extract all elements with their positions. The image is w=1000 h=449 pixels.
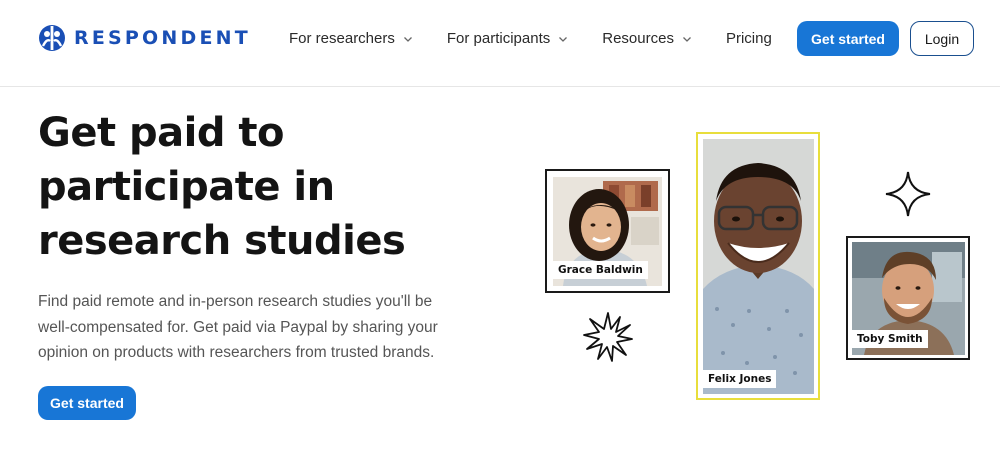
chevron-down-icon	[403, 36, 412, 42]
hero-title-line: Get paid to	[38, 110, 285, 156]
participant-card-felix: Felix Jones	[696, 132, 820, 400]
chevron-down-icon	[682, 36, 691, 42]
brand-name: RESPONDENT	[74, 27, 251, 49]
hero-description: Find paid remote and in-person research …	[38, 293, 438, 361]
hero-title: Get paid to participate in research stud…	[38, 106, 498, 268]
nav-label: Resources	[602, 30, 674, 47]
participant-name-tag: Grace Baldwin	[553, 261, 648, 279]
site-header: RESPONDENT For researchers For participa…	[0, 0, 1000, 87]
participant-photo	[703, 139, 814, 394]
nav-label: For researchers	[289, 30, 395, 47]
participant-name-tag: Felix Jones	[703, 370, 777, 388]
hero-get-started-button[interactable]: Get started	[38, 386, 136, 420]
main-nav: For researchers For participants Resourc…	[289, 30, 772, 47]
nav-label: Pricing	[725, 30, 772, 47]
respondent-logo-icon	[39, 25, 65, 51]
nav-for-participants[interactable]: For participants	[447, 30, 568, 47]
nav-for-researchers[interactable]: For researchers	[289, 30, 413, 47]
nav-resources[interactable]: Resources	[602, 30, 692, 47]
hero-title-line: research studies	[38, 218, 406, 264]
participant-card-toby: Toby Smith	[846, 236, 970, 360]
header-get-started-button[interactable]: Get started	[797, 21, 899, 56]
burst-star-icon	[583, 312, 633, 362]
brand-logo[interactable]: RESPONDENT	[38, 24, 251, 52]
four-point-star-icon	[885, 171, 931, 217]
hero-title-line: participate in	[38, 164, 335, 210]
login-button[interactable]: Login	[910, 21, 974, 56]
chevron-down-icon	[559, 36, 568, 42]
nav-pricing[interactable]: Pricing	[726, 30, 772, 47]
nav-label: For participants	[446, 30, 551, 47]
participant-card-grace: Grace Baldwin	[545, 169, 670, 293]
participant-name-tag: Toby Smith	[852, 330, 928, 348]
